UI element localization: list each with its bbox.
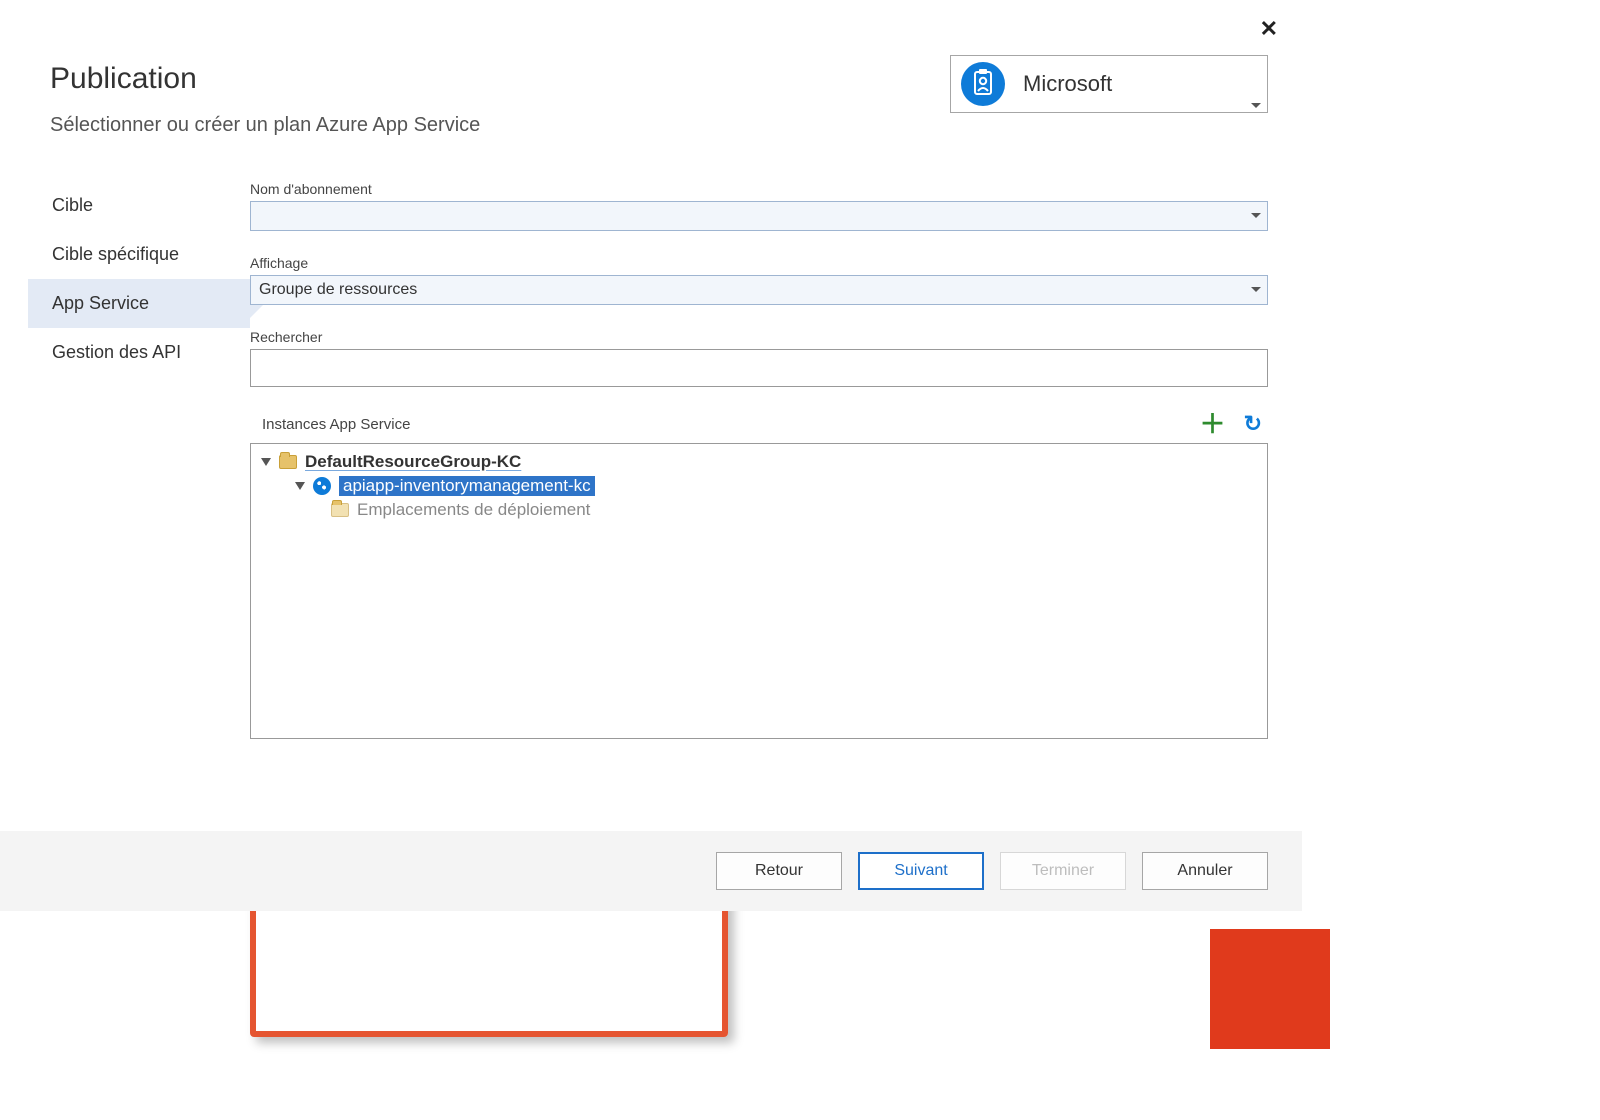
account-selector[interactable]: Microsoft — [950, 55, 1268, 113]
resource-group-name: DefaultResourceGroup-KC — [305, 452, 521, 472]
selected-app-name: apiapp-inventorymanagement-kc — [339, 476, 595, 496]
page-subtitle: Sélectionner ou créer un plan Azure App … — [50, 114, 1252, 137]
cancel-button[interactable]: Annuler — [1142, 852, 1268, 890]
finish-button: Terminer — [1000, 852, 1126, 890]
subscription-label: Nom d'abonnement — [250, 181, 1268, 197]
search-input[interactable] — [251, 350, 1267, 386]
sidebar-item-target[interactable]: Cible — [28, 181, 250, 230]
dialog-footer: Retour Suivant Terminer Annuler — [0, 831, 1302, 911]
close-icon[interactable]: ✕ — [1260, 16, 1278, 42]
subscription-value — [251, 207, 259, 224]
chevron-down-icon — [1251, 287, 1261, 292]
webapp-icon — [313, 477, 331, 495]
search-label: Rechercher — [250, 329, 1268, 345]
expander-icon[interactable] — [295, 482, 305, 490]
subscription-dropdown[interactable] — [250, 201, 1268, 231]
tree-row-app[interactable]: apiapp-inventorymanagement-kc — [255, 474, 1263, 498]
wizard-sidebar: Cible Cible spécifique App Service Gesti… — [28, 181, 250, 739]
view-value: Groupe de ressources — [251, 281, 417, 298]
chevron-down-icon — [1251, 103, 1261, 108]
back-button[interactable]: Retour — [716, 852, 842, 890]
view-dropdown[interactable]: Groupe de ressources — [250, 275, 1268, 305]
chevron-down-icon — [1251, 213, 1261, 218]
view-label: Affichage — [250, 255, 1268, 271]
account-badge-icon — [961, 62, 1005, 106]
account-label: Microsoft — [1023, 71, 1112, 97]
annotation-arrow-icon — [1210, 929, 1330, 1049]
tree-row-slots[interactable]: Emplacements de déploiement — [255, 498, 1263, 522]
expander-icon[interactable] — [261, 458, 271, 466]
instances-title: Instances App Service — [250, 416, 410, 433]
sidebar-item-app-service[interactable]: App Service — [28, 279, 250, 328]
sidebar-item-api-management[interactable]: Gestion des API — [28, 328, 250, 377]
sidebar-item-specific-target[interactable]: Cible spécifique — [28, 230, 250, 279]
add-icon[interactable]: ＋ — [1200, 411, 1226, 437]
slots-label: Emplacements de déploiement — [357, 500, 590, 520]
app-service-tree[interactable]: DefaultResourceGroup-KC apiapp-inventory… — [250, 443, 1268, 739]
folder-icon — [331, 503, 349, 517]
folder-icon — [279, 455, 297, 469]
tree-row-resource-group[interactable]: DefaultResourceGroup-KC — [255, 450, 1263, 474]
refresh-icon[interactable]: ↻ — [1244, 411, 1262, 437]
search-input-wrapper — [250, 349, 1268, 387]
next-button[interactable]: Suivant — [858, 852, 984, 890]
